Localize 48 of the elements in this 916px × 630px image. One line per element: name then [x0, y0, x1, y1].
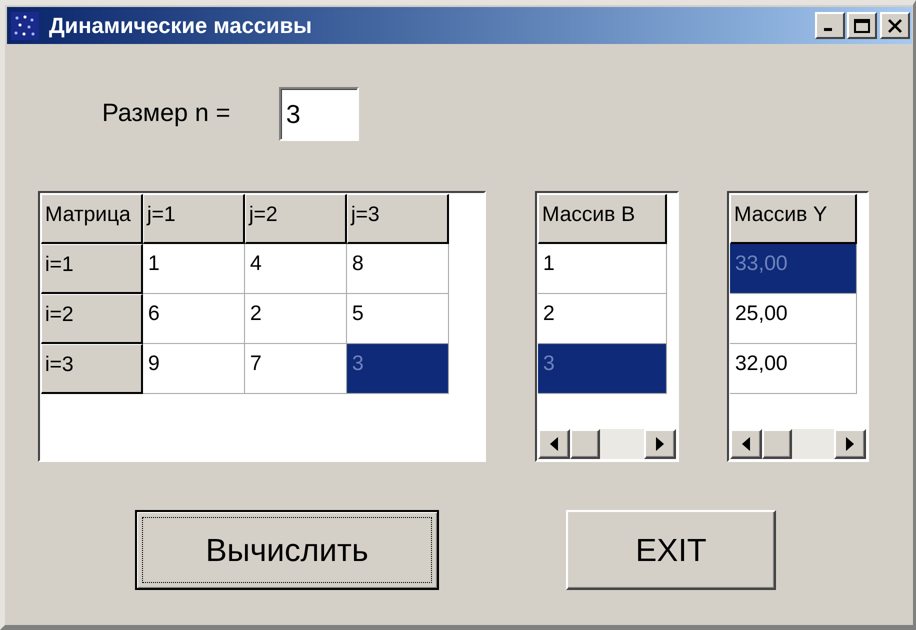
table-cell[interactable]: 1 [143, 244, 245, 294]
scroll-thumb[interactable] [762, 429, 792, 459]
scroll-thumb[interactable] [570, 429, 600, 459]
table-cell[interactable]: 2 [538, 294, 667, 344]
row-header: i=3 [41, 344, 143, 394]
table-cell[interactable]: 3 [538, 344, 667, 394]
size-label: Размер n = [102, 98, 230, 130]
scroll-left-button[interactable] [538, 429, 570, 459]
column-header: Массив B [538, 194, 667, 244]
column-header: j=2 [245, 194, 347, 244]
table-cell[interactable]: 5 [347, 294, 449, 344]
table-cell[interactable]: 1 [538, 244, 667, 294]
horizontal-scrollbar[interactable] [538, 429, 676, 459]
table-cell[interactable]: 33,00 [730, 244, 857, 294]
table-cell[interactable]: 4 [245, 244, 347, 294]
table-cell[interactable]: 25,00 [730, 294, 857, 344]
table-cell[interactable]: 7 [245, 344, 347, 394]
table-cell[interactable]: 3 [347, 344, 449, 394]
scroll-left-button[interactable] [730, 429, 762, 459]
column-header: Массив Y [730, 194, 857, 244]
close-icon [888, 18, 902, 32]
table-cell[interactable]: 6 [143, 294, 245, 344]
row-header: i=1 [41, 244, 143, 294]
close-button[interactable] [880, 12, 910, 39]
scroll-right-button[interactable] [644, 429, 676, 459]
table-cell[interactable]: 2 [245, 294, 347, 344]
size-input[interactable]: 3 [279, 87, 359, 141]
app-icon [11, 12, 39, 40]
maximize-button[interactable] [847, 12, 877, 39]
row-header: i=2 [41, 294, 143, 344]
table-cell[interactable]: 8 [347, 244, 449, 294]
table-cell[interactable]: 32,00 [730, 344, 857, 394]
table-cell[interactable]: 9 [143, 344, 245, 394]
minimize-icon [824, 28, 832, 30]
column-header: j=1 [143, 194, 245, 244]
window-title: Динамические массивы [49, 12, 312, 40]
right-triangle-icon [846, 437, 854, 451]
scroll-right-button[interactable] [834, 429, 866, 459]
left-triangle-icon [550, 437, 558, 451]
corner-header: Матрица [41, 194, 143, 244]
horizontal-scrollbar[interactable] [730, 429, 866, 459]
right-triangle-icon [656, 437, 664, 451]
maximize-icon [854, 18, 870, 32]
left-triangle-icon [742, 437, 750, 451]
action-button[interactable]: EXIT [566, 510, 776, 590]
minimize-button[interactable] [815, 12, 845, 39]
column-header: j=3 [347, 194, 449, 244]
action-button[interactable]: Вычислить [135, 510, 439, 590]
